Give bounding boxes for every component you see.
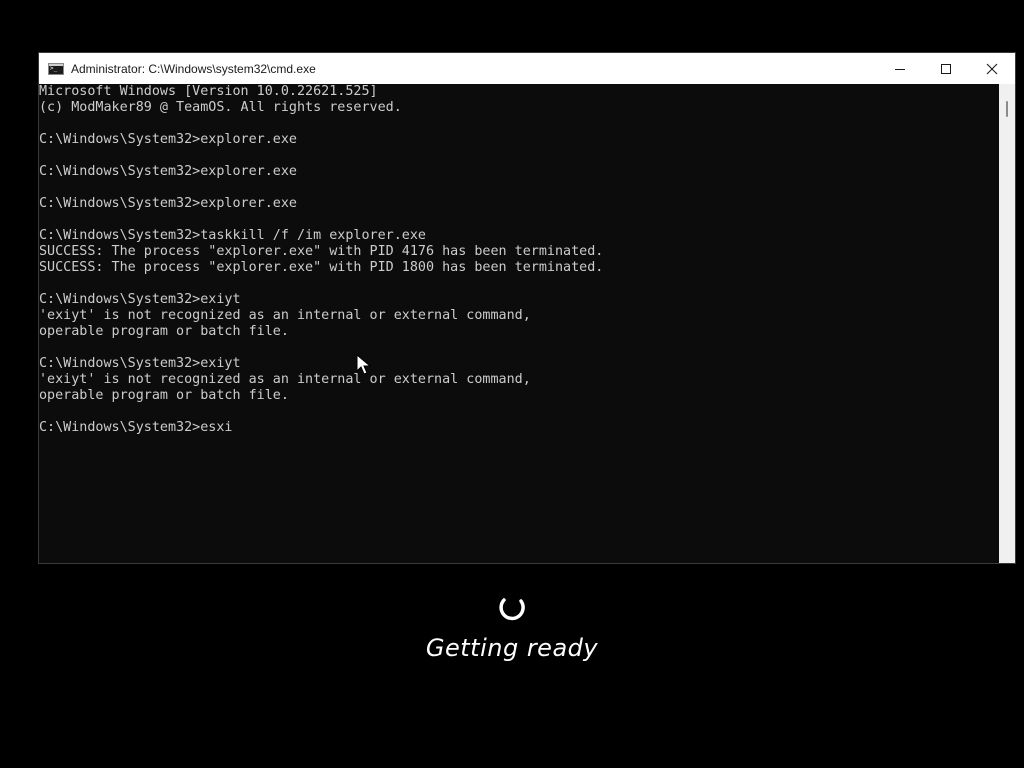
desktop: Administrator: C:\Windows\system32\cmd.e… bbox=[0, 0, 1024, 768]
maximize-icon bbox=[941, 63, 951, 74]
console-line: C:\Windows\System32>exiyt bbox=[39, 292, 241, 307]
console-line: C:\Windows\System32>explorer.exe bbox=[39, 132, 297, 147]
console-line: operable program or batch file. bbox=[39, 324, 289, 339]
maximize-button[interactable] bbox=[923, 53, 969, 84]
vertical-scrollbar[interactable] bbox=[999, 84, 1015, 563]
console-line: 'exiyt' is not recognized as an internal… bbox=[39, 308, 531, 323]
title-bar[interactable]: Administrator: C:\Windows\system32\cmd.e… bbox=[39, 53, 1015, 84]
spinner-icon bbox=[499, 598, 525, 621]
window-title: Administrator: C:\Windows\system32\cmd.e… bbox=[71, 61, 316, 76]
cmd-icon[interactable] bbox=[48, 62, 64, 75]
console-line: 'exiyt' is not recognized as an internal… bbox=[39, 372, 531, 387]
console-line: C:\Windows\System32>exiyt bbox=[39, 356, 241, 371]
console-line: SUCCESS: The process "explorer.exe" with… bbox=[39, 244, 604, 259]
console-line: operable program or batch file. bbox=[39, 388, 289, 403]
console-line: (c) ModMaker89 @ TeamOS. All rights rese… bbox=[39, 100, 402, 115]
mouse-pointer-icon bbox=[356, 354, 372, 375]
console-line: C:\Windows\System32>explorer.exe bbox=[39, 164, 297, 179]
minimize-button[interactable] bbox=[877, 53, 923, 84]
scrollbar-thumb[interactable] bbox=[1006, 101, 1008, 117]
console-line: SUCCESS: The process "explorer.exe" with… bbox=[39, 260, 604, 275]
loading-indicator: Getting ready bbox=[0, 594, 1024, 662]
console-line: Microsoft Windows [Version 10.0.22621.52… bbox=[39, 84, 378, 99]
console-line: C:\Windows\System32>esxi bbox=[39, 420, 233, 435]
console-output[interactable]: Microsoft Windows [Version 10.0.22621.52… bbox=[39, 84, 999, 563]
cmd-window: Administrator: C:\Windows\system32\cmd.e… bbox=[38, 52, 1016, 564]
getting-ready-text: Getting ready bbox=[425, 634, 599, 662]
caption-buttons bbox=[877, 53, 1015, 84]
minimize-icon bbox=[895, 68, 905, 70]
close-button[interactable] bbox=[969, 53, 1015, 84]
console-line: C:\Windows\System32>explorer.exe bbox=[39, 196, 297, 211]
console-line: C:\Windows\System32>taskkill /f /im expl… bbox=[39, 228, 426, 243]
close-icon bbox=[986, 63, 998, 74]
